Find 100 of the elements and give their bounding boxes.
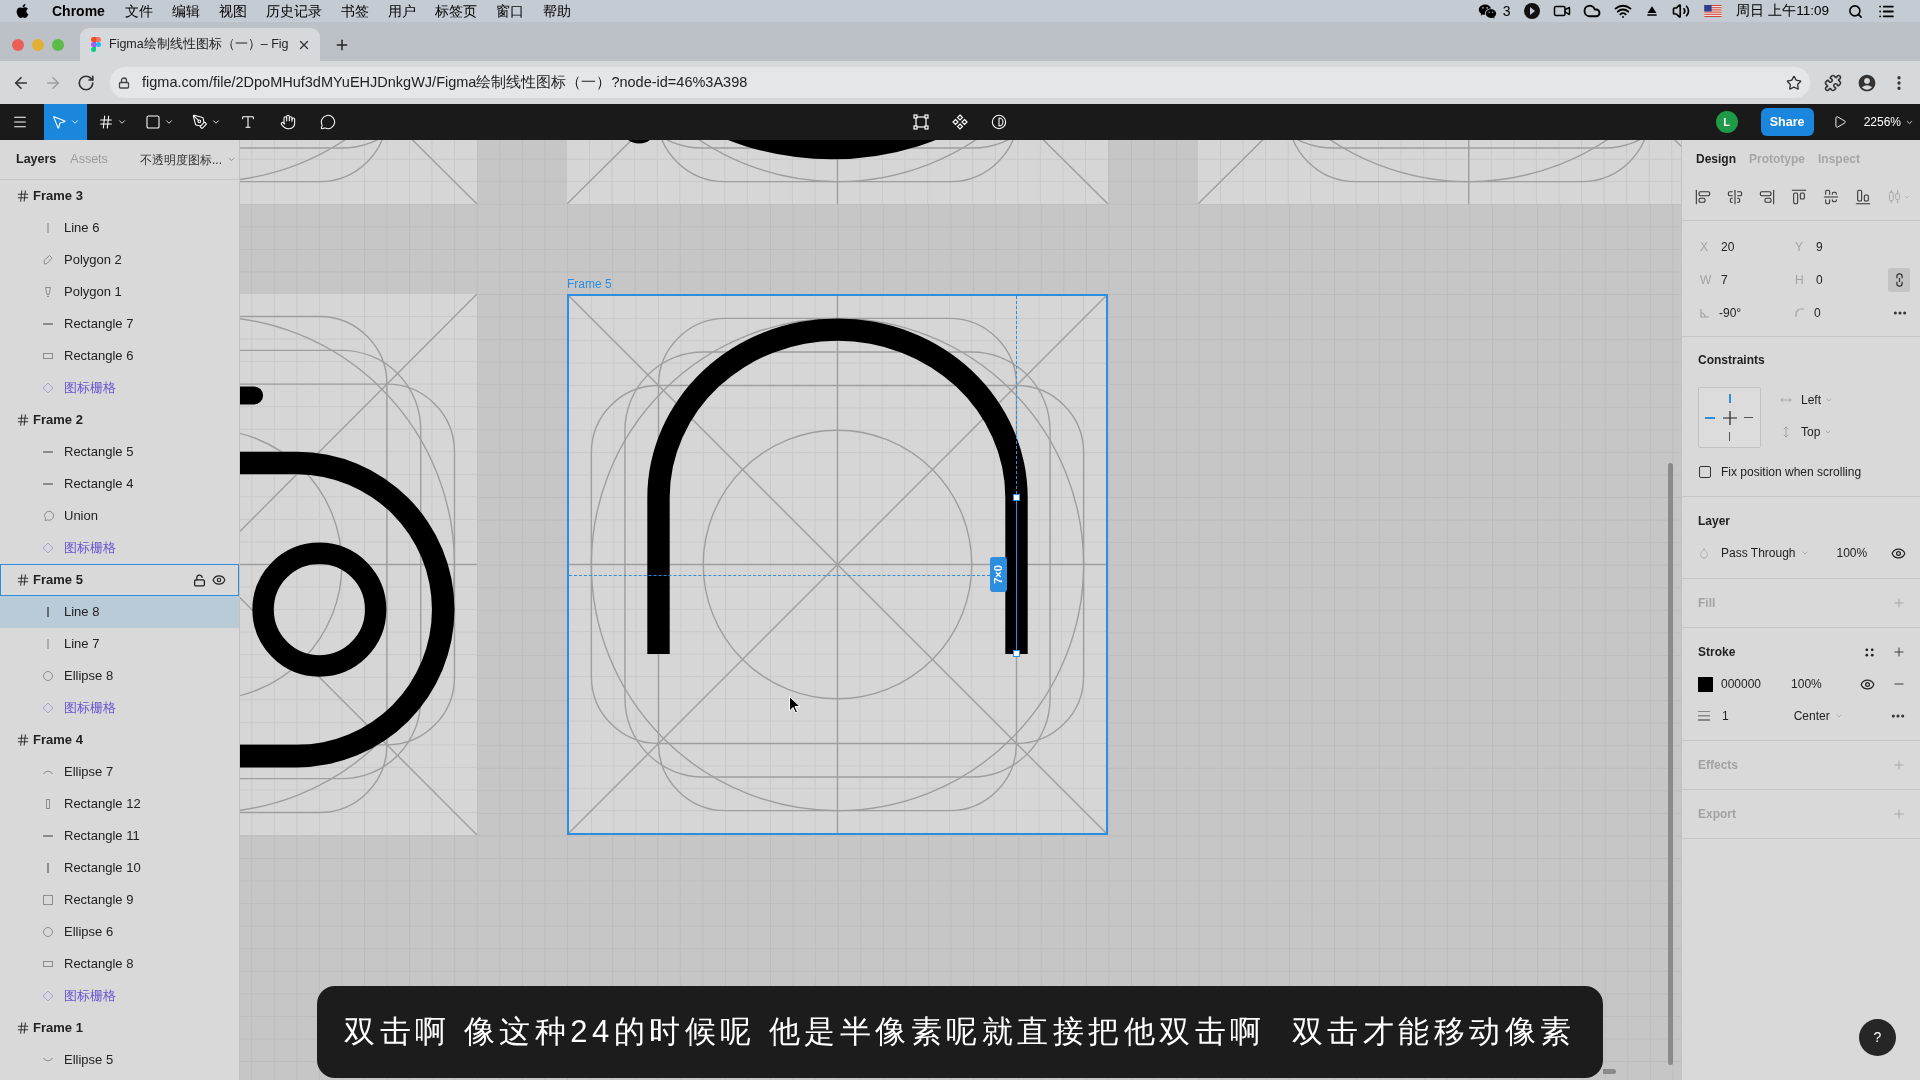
checkbox[interactable]: [1699, 466, 1711, 478]
layer-row[interactable]: Ellipse 7: [0, 756, 239, 788]
transform-frame-icon[interactable]: [913, 114, 929, 130]
blend-mode-dropdown[interactable]: Pass Through: [1698, 544, 1809, 562]
layer-row[interactable]: Frame 5: [0, 564, 239, 596]
menu-item[interactable]: 视图: [218, 0, 247, 22]
layer-row[interactable]: Rectangle 6: [0, 340, 239, 372]
layer-row[interactable]: Rectangle 9: [0, 884, 239, 916]
opacity-field[interactable]: 100%: [1836, 544, 1868, 562]
rotation-field[interactable]: -90°: [1698, 298, 1793, 327]
diamond-icon: [42, 382, 54, 394]
layer-row[interactable]: Ellipse 8: [0, 660, 239, 692]
puzzle-icon[interactable]: [1824, 73, 1842, 92]
layer-row[interactable]: Rectangle 10: [0, 852, 239, 884]
align-center-icon[interactable]: [1727, 188, 1743, 205]
layer-row[interactable]: 图标栅格: [0, 372, 239, 404]
constrain-proportions-button[interactable]: [1888, 267, 1910, 292]
chevron-down-icon: [227, 155, 236, 164]
layer-row[interactable]: 图标栅格: [0, 532, 239, 564]
align-middle-icon[interactable]: [1823, 188, 1839, 205]
layer-row[interactable]: Rectangle 4: [0, 468, 239, 500]
share-button[interactable]: Share: [1760, 108, 1814, 136]
color-field[interactable]: 000000: [1698, 675, 1762, 693]
hand-icon: [280, 114, 296, 130]
layer-row[interactable]: Polygon 2: [0, 244, 239, 276]
menu-item[interactable]: 窗口: [495, 0, 524, 22]
reload-icon[interactable]: [77, 73, 95, 92]
menu-item[interactable]: 文件: [124, 0, 153, 22]
align-top-icon[interactable]: [1791, 188, 1807, 205]
menu-item[interactable]: 书签: [340, 0, 369, 22]
resize-handle[interactable]: [1013, 650, 1020, 657]
star-icon[interactable]: [1786, 74, 1802, 91]
layer-row[interactable]: Polygon 1: [0, 276, 239, 308]
menu-item[interactable]: 编辑: [171, 0, 200, 22]
volume-icon[interactable]: [1672, 2, 1691, 20]
stroke-align-dropdown[interactable]: Center: [1793, 707, 1843, 725]
layer-row[interactable]: Rectangle 5: [0, 436, 239, 468]
round-app-icon[interactable]: [1524, 3, 1541, 19]
search-icon[interactable]: [1848, 3, 1863, 19]
layer-row[interactable]: 图标栅格: [0, 692, 239, 724]
wifi-icon[interactable]: [1614, 2, 1633, 20]
menu-icon[interactable]: [12, 114, 28, 130]
layer-row[interactable]: Frame 3: [0, 180, 239, 212]
unlock-icon[interactable]: [193, 573, 206, 587]
layer-row[interactable]: Frame 1: [0, 1012, 239, 1044]
plus-icon[interactable]: [1892, 645, 1906, 659]
diamond-icon: [42, 990, 54, 1002]
layer-row[interactable]: Rectangle 12: [0, 788, 239, 820]
eye-icon[interactable]: [212, 573, 226, 587]
profile-icon[interactable]: [1857, 72, 1877, 93]
half-circle-icon[interactable]: [991, 114, 1007, 130]
layer-row[interactable]: Rectangle 8: [0, 948, 239, 980]
menu-item[interactable]: 标签页: [434, 0, 477, 22]
zoom-dropdown[interactable]: 2256%: [1863, 113, 1914, 131]
layer-row[interactable]: Ellipse 6: [0, 916, 239, 948]
flag-icon[interactable]: [1704, 5, 1723, 17]
constraint-dropdown[interactable]: Left: [1780, 387, 1833, 413]
component-icon[interactable]: [952, 114, 968, 130]
style-dots-icon[interactable]: [1865, 647, 1874, 657]
layer-row[interactable]: Rectangle 7: [0, 308, 239, 340]
eye-icon[interactable]: [1860, 676, 1875, 692]
user-avatar[interactable]: L: [1715, 111, 1738, 133]
opacity-field[interactable]: 100%: [1791, 675, 1822, 693]
layer-row[interactable]: 图标栅格: [0, 980, 239, 1012]
caret-icon: [70, 117, 80, 127]
play-icon[interactable]: [1832, 115, 1847, 129]
apple-logo-icon[interactable]: [15, 3, 30, 19]
layer-row[interactable]: Frame 2: [0, 404, 239, 436]
menu-clock[interactable]: 周日 上午11:09: [1736, 0, 1829, 22]
layer-row[interactable]: Line 8: [0, 596, 239, 628]
menu-item[interactable]: Chrome: [52, 0, 105, 22]
menu-item[interactable]: 历史记录: [265, 0, 322, 22]
browser-tab[interactable]: Figma绘制线性图标（一）– Fig: [80, 28, 320, 61]
panel-tab[interactable]: Design: [1696, 150, 1736, 168]
align-left-icon[interactable]: [1695, 188, 1711, 205]
address-field[interactable]: figma.com/file/2DpoMHuf3dMYuEHJDnkgWJ/Figma绘制线性图标（一）?node-id=46%3A398: [110, 67, 1810, 98]
corner-radius-field[interactable]: 0: [1793, 298, 1888, 327]
align-right-icon[interactable]: [1759, 188, 1775, 205]
resize-handle[interactable]: [1013, 494, 1020, 501]
layer-row[interactable]: Line 6: [0, 212, 239, 244]
caret-icon: [164, 117, 174, 127]
layer-row[interactable]: Line 7: [0, 628, 239, 660]
eye-icon[interactable]: [1891, 545, 1906, 561]
layer-row[interactable]: Frame 4: [0, 724, 239, 756]
chat-bubbles-icon[interactable]: [1477, 1, 1497, 21]
cloud-icon[interactable]: [1583, 2, 1602, 20]
panel-tab[interactable]: Layers: [16, 150, 57, 169]
layer-row[interactable]: Union: [0, 500, 239, 532]
page-dropdown[interactable]: 不透明度图标...: [140, 150, 236, 169]
vertical-scrollbar[interactable]: [1668, 463, 1673, 1065]
menu-item[interactable]: 用户: [387, 0, 416, 22]
layer-row[interactable]: Rectangle 11: [0, 820, 239, 852]
align-bottom-icon[interactable]: [1855, 188, 1871, 205]
rectangle-icon: [42, 958, 54, 970]
layer-row[interactable]: Ellipse 5: [0, 1044, 239, 1076]
notification-count: 3: [1502, 1, 1511, 21]
constraint-dropdown[interactable]: Top: [1780, 419, 1833, 445]
stroke-weight-field[interactable]: 1: [1698, 707, 1729, 725]
horizontal-scrollbar[interactable]: [1603, 1069, 1616, 1074]
menu-item[interactable]: 帮助: [542, 0, 571, 22]
